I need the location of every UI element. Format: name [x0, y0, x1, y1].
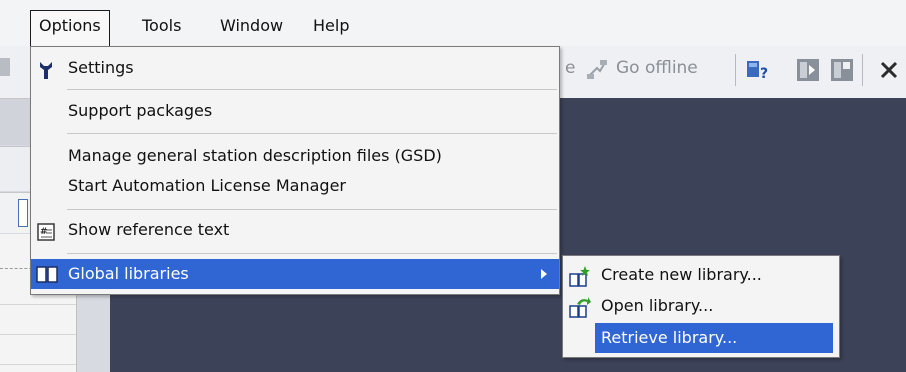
menu-item-manage-gsd[interactable]: Manage general station description files… [31, 141, 559, 171]
menu-item-license-manager[interactable]: Start Automation License Manager [31, 171, 559, 201]
book-icon [35, 264, 59, 283]
menu-item-show-reference-text[interactable]: # Show reference text [31, 215, 559, 245]
menu-item-support-packages[interactable]: Support packages [31, 96, 559, 126]
go-offline-icon[interactable] [585, 57, 609, 85]
menu-tools[interactable]: Tools [134, 11, 189, 41]
global-libraries-submenu: Create new library... Open library... Re… [562, 255, 840, 358]
toolbar-partial-label: e [565, 58, 576, 78]
menu-bar: Options Tools Window Help [0, 0, 906, 46]
menu-separator [67, 253, 557, 254]
reference-text-icon: # [37, 221, 55, 241]
wrench-icon [37, 59, 55, 79]
split-editor-horizontal-icon[interactable] [830, 57, 854, 87]
accessible-devices-icon[interactable]: ? [744, 57, 772, 89]
options-menu: Settings Support packages Manage general… [30, 46, 560, 295]
menu-item-label: Start Automation License Manager [68, 176, 346, 195]
menu-options[interactable]: Options [30, 10, 110, 46]
submenu-item-label: Retrieve library... [601, 328, 738, 347]
go-offline-button[interactable]: Go offline [616, 58, 698, 78]
toolbar-divider [862, 54, 863, 86]
svg-text:#: # [40, 227, 48, 237]
submenu-item-create-new-library[interactable]: Create new library... [563, 260, 839, 290]
menu-item-label: Global libraries [68, 264, 189, 283]
menu-item-label: Support packages [68, 101, 213, 120]
submenu-item-retrieve-library[interactable]: Retrieve library... [595, 323, 833, 353]
menu-item-global-libraries[interactable]: Global libraries [31, 259, 559, 289]
menu-separator [67, 89, 557, 90]
menu-item-settings[interactable]: Settings [31, 53, 559, 83]
create-library-icon [569, 265, 591, 287]
menu-item-label: Manage general station description files… [68, 146, 442, 165]
split-editor-vertical-icon[interactable] [796, 57, 820, 87]
menu-item-label: Show reference text [68, 220, 230, 239]
toolbar-divider [735, 54, 736, 86]
close-icon[interactable] [878, 57, 904, 87]
submenu-item-open-library[interactable]: Open library... [563, 291, 839, 321]
paste-icon[interactable] [0, 56, 10, 82]
pane-field[interactable] [18, 199, 28, 227]
submenu-arrow-icon [541, 269, 547, 279]
svg-text:?: ? [760, 66, 768, 82]
menu-item-label: Settings [68, 58, 134, 77]
menu-window[interactable]: Window [212, 11, 291, 41]
menu-help[interactable]: Help [305, 11, 357, 41]
submenu-item-label: Open library... [601, 296, 714, 315]
menu-separator [67, 209, 557, 210]
open-library-icon [569, 296, 591, 318]
menu-separator [67, 133, 557, 134]
submenu-item-label: Create new library... [601, 265, 762, 284]
